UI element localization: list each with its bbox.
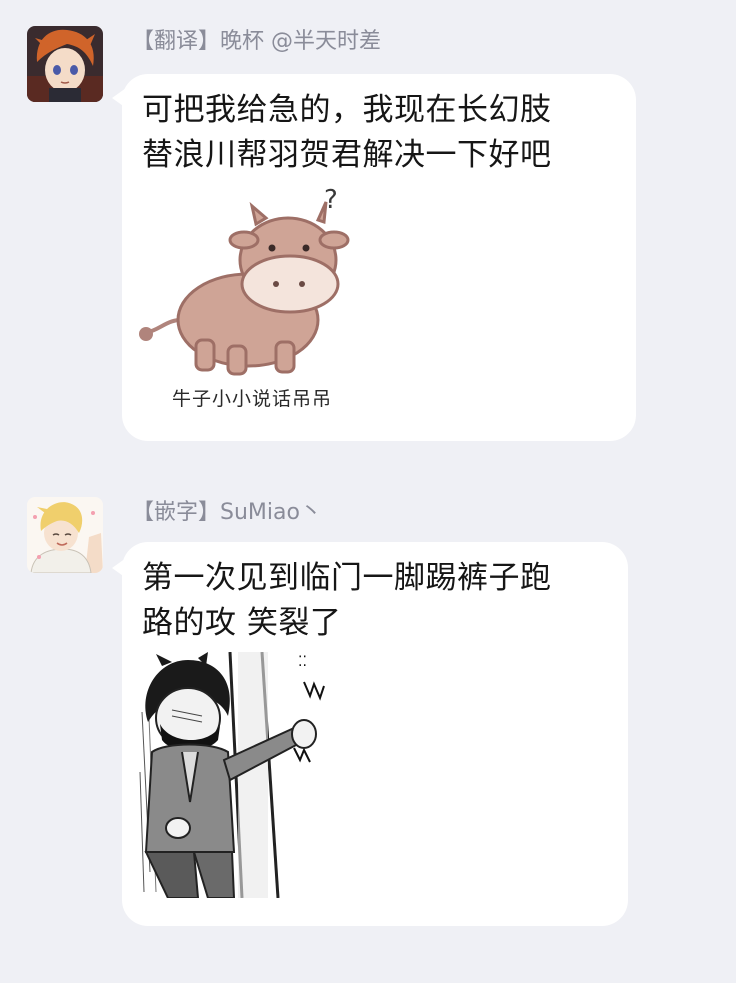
cow-sticker[interactable]: ? 牛子小小说话吊吊 [138, 180, 370, 420]
manga-panel[interactable]: ⁚⁚ [138, 651, 342, 899]
chat-message: 【翻译】晚杯 @半天时差 可把我给急的，我现在长幻肢 替浪川帮羽贺君解决一下好吧… [0, 0, 736, 460]
message-text: 第一次见到临门一脚踢裤子跑 路的攻 笑裂了 [142, 560, 552, 641]
chat-message: 【嵌字】SuMiao丶 第一次见到临门一脚踢裤子跑 路的攻 笑裂了 ⁚⁚ [0, 480, 736, 983]
sticker-caption: 牛子小小说话吊吊 [172, 388, 333, 410]
message-text: 可把我给急的，我现在长幻肢 替浪川帮羽贺君解决一下好吧 [142, 92, 552, 173]
sender-name[interactable]: 【嵌字】SuMiao丶 [132, 499, 322, 527]
message-bubble[interactable]: 第一次见到临门一脚踢裤子跑 路的攻 笑裂了 ⁚⁚ [122, 542, 628, 926]
avatar[interactable] [27, 26, 103, 102]
sender-name[interactable]: 【翻译】晚杯 @半天时差 [132, 28, 381, 56]
manga-panel-image: ⁚⁚ [138, 651, 342, 899]
avatar-image [27, 26, 103, 102]
avatar-image [27, 497, 103, 573]
avatar[interactable] [27, 497, 103, 573]
svg-text:⁚⁚: ⁚⁚ [298, 654, 307, 670]
message-bubble[interactable]: 可把我给急的，我现在长幻肢 替浪川帮羽贺君解决一下好吧 ? 牛子小小说话吊吊 [122, 74, 636, 441]
